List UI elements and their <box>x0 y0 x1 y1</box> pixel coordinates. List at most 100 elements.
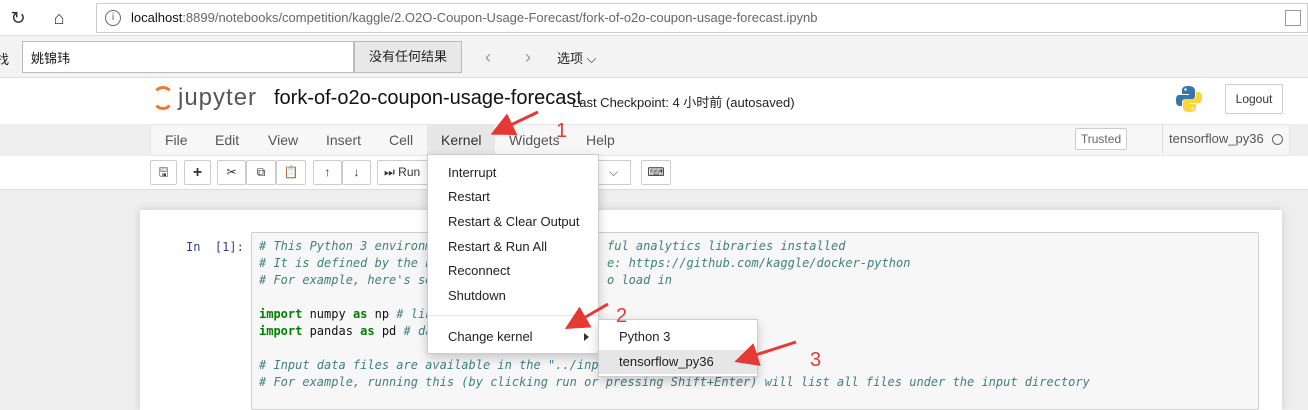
menu-item-interrupt[interactable]: Interrupt <box>428 161 598 185</box>
jupyter-ring-icon <box>152 86 174 110</box>
step-forward-icon: ⏭ <box>384 165 395 179</box>
find-input[interactable]: 姚锦玮 <box>22 41 354 73</box>
arrow-down-icon: ↓ <box>353 165 360 179</box>
python-logo-icon <box>1176 86 1202 112</box>
menu-item-shutdown[interactable]: Shutdown <box>428 284 598 308</box>
move-down-button[interactable]: ↓ <box>342 160 371 185</box>
cut-button[interactable]: ✂ <box>217 160 246 185</box>
code-line-tail: ful analytics libraries installed <box>607 239 845 253</box>
code-keyword: as <box>360 324 375 338</box>
arrow-up-icon: ↑ <box>324 165 331 179</box>
annotation-number-3: 3 <box>810 349 822 371</box>
kernel-name-indicator[interactable]: tensorflow_py36 <box>1162 124 1264 154</box>
chevron-down-icon: ⌵ <box>586 51 597 66</box>
url-path: :8899/notebooks/competition/kaggle/2.O2O… <box>182 10 818 25</box>
code-text: pd <box>374 324 404 338</box>
menu-item-restart-run-all[interactable]: Restart & Run All <box>428 235 598 259</box>
menu-insert[interactable]: Insert <box>312 125 375 155</box>
browser-address-bar: ↻ ⌂ i localhost:8899/notebooks/competiti… <box>0 0 1308 36</box>
plus-icon: + <box>192 164 203 181</box>
find-result: 没有任何结果 <box>354 41 462 73</box>
jupyter-logo[interactable]: jupyter <box>152 84 262 116</box>
logout-button[interactable]: Logout <box>1225 84 1283 114</box>
code-comment: # For example, running this (by clicking… <box>259 375 1090 389</box>
code-line: # It is defined by the k <box>259 256 432 270</box>
code-line: # For example, here's se <box>259 273 432 287</box>
menu-file[interactable]: File <box>151 125 202 155</box>
find-options-label: 选项 <box>557 51 584 66</box>
code-line-tail: e: https://github.com/kaggle/docker-pyth… <box>607 256 910 270</box>
code-comment: o load in <box>607 273 673 287</box>
trusted-badge[interactable]: Trusted <box>1075 128 1127 150</box>
find-bar: 找 姚锦玮 没有任何结果 ‹ › 选项 ⌵ <box>0 36 1308 78</box>
scissors-icon: ✂ <box>226 165 237 179</box>
menu-cell[interactable]: Cell <box>375 125 427 155</box>
annotation-number-1: 1 <box>556 120 568 142</box>
menu-divider <box>428 315 598 316</box>
code-comment: # Input data files are available in the … <box>259 358 614 372</box>
menu-help[interactable]: Help <box>572 125 629 155</box>
run-label: Run <box>398 165 421 179</box>
move-up-button[interactable]: ↑ <box>313 160 342 185</box>
code-comment: ful analytics libraries installed <box>607 239 846 253</box>
find-options-button[interactable]: 选项 ⌵ <box>557 48 597 67</box>
code-comment: # It is defined by the k <box>259 256 433 270</box>
copy-icon: ⧉ <box>256 165 266 179</box>
find-prev-icon[interactable]: ‹ <box>476 45 500 69</box>
info-icon[interactable]: i <box>105 10 121 26</box>
find-label: 找 <box>0 52 10 67</box>
code-line: # This Python 3 environm <box>259 239 432 253</box>
cell-type-select[interactable]: ⌵ <box>597 160 631 185</box>
chevron-down-icon: ⌵ <box>608 165 619 179</box>
jupyter-header: jupyter fork-of-o2o-coupon-usage-forecas… <box>0 78 1308 124</box>
menu-view[interactable]: View <box>254 125 312 155</box>
jupyter-logo-text: jupyter <box>178 84 258 111</box>
save-button[interactable]: 🖫 <box>150 160 177 185</box>
code-keyword: import <box>259 307 303 321</box>
menu-item-reconnect[interactable]: Reconnect <box>428 259 598 283</box>
checkpoint-status: Last Checkpoint: 4 小时前 (autosaved) <box>572 95 795 110</box>
url-host: localhost <box>131 10 183 25</box>
menu-kernel[interactable]: Kernel <box>427 125 496 155</box>
menu-item-change-kernel[interactable]: Change kernel <box>428 325 598 349</box>
cell-prompt: In [1]: <box>186 240 244 254</box>
home-icon[interactable]: ⌂ <box>46 6 72 30</box>
code-comment: # For example, here's se <box>259 273 433 287</box>
copy-button[interactable]: ⧉ <box>246 160 276 185</box>
command-palette-button[interactable]: ⌨ <box>641 160 671 185</box>
code-line: # Input data files are available in the … <box>259 358 613 372</box>
url-field[interactable]: i localhost:8899/notebooks/competition/k… <box>96 3 1308 33</box>
code-text: numpy <box>302 307 353 321</box>
find-next-icon[interactable]: › <box>516 45 540 69</box>
code-line-tail: o load in <box>607 273 672 287</box>
caret-right-icon <box>584 333 589 341</box>
reader-view-icon[interactable] <box>1285 10 1301 26</box>
code-keyword: as <box>352 307 368 321</box>
notebook-toolbar: 🖫 + ✂ ⧉ 📋 ↑ ↓ ⏭ Run ⌵ ⌨ <box>0 156 1308 190</box>
menu-edit[interactable]: Edit <box>201 125 253 155</box>
code-text: np <box>367 307 397 321</box>
code-keyword: import <box>259 324 303 338</box>
code-line: # For example, running this (by clicking… <box>259 375 1090 389</box>
kernel-status-icon <box>1272 134 1283 145</box>
kernel-option-python3[interactable]: Python 3 <box>599 325 757 349</box>
menu-item-restart-clear-output[interactable]: Restart & Clear Output <box>428 210 598 234</box>
kernel-option-tensorflow-py36[interactable]: tensorflow_py36 <box>599 350 757 374</box>
save-icon: 🖫 <box>158 165 169 179</box>
url-text[interactable]: localhost:8899/notebooks/competition/kag… <box>131 10 818 25</box>
notebook-name[interactable]: fork-of-o2o-coupon-usage-forecast <box>274 87 582 110</box>
paste-button[interactable]: 📋 <box>276 160 306 185</box>
paste-icon: 📋 <box>283 165 299 179</box>
code-line: import numpy as np # lin <box>259 307 432 321</box>
run-button[interactable]: ⏭ Run <box>377 160 429 185</box>
code-line: import pandas as pd # da <box>259 324 432 338</box>
annotation-number-2: 2 <box>616 305 628 327</box>
code-text: pandas <box>302 324 361 338</box>
code-comment: # This Python 3 environm <box>259 239 433 253</box>
kernel-dropdown-menu: Interrupt Restart Restart & Clear Output… <box>427 154 599 354</box>
refresh-icon[interactable]: ↻ <box>5 6 31 30</box>
code-comment: e: https://github.com/kaggle/docker-pyth… <box>607 256 911 270</box>
keyboard-icon: ⌨ <box>647 165 665 179</box>
menu-item-restart[interactable]: Restart <box>428 185 598 209</box>
insert-cell-button[interactable]: + <box>184 160 211 185</box>
